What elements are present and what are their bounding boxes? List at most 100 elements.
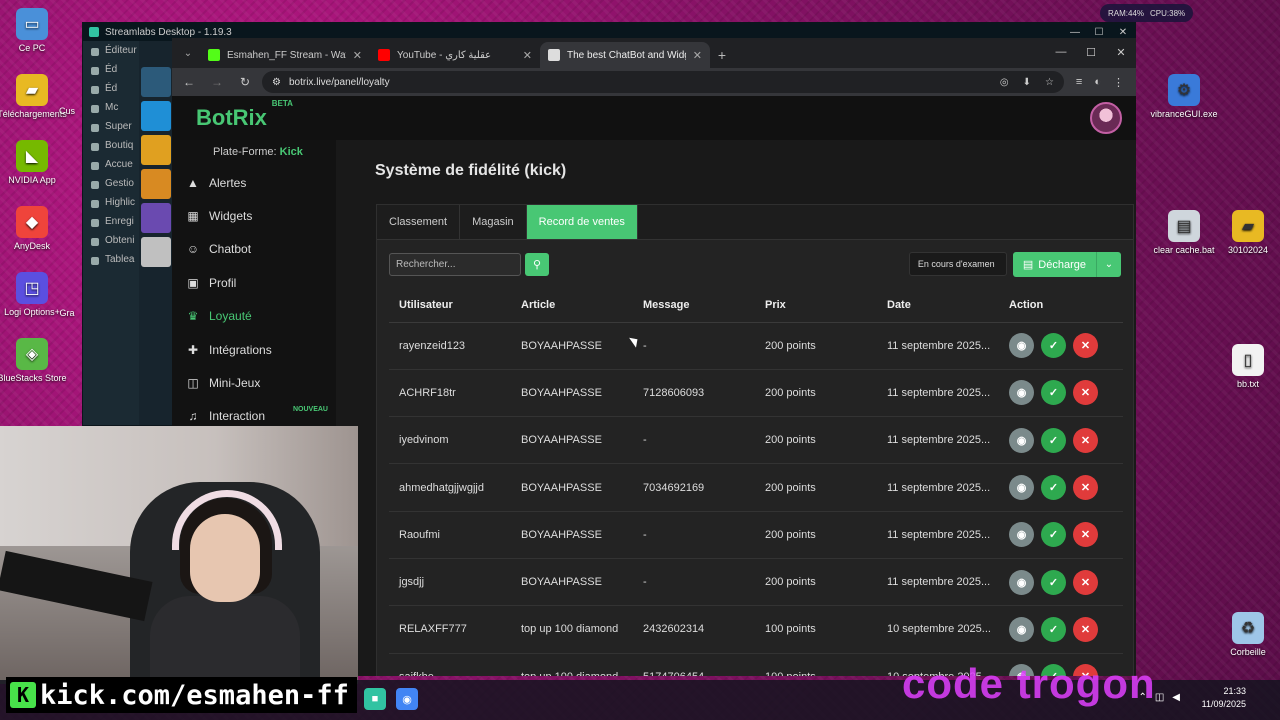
sidebar-item-loyaut[interactable]: ♛ Loyauté xyxy=(172,300,336,333)
close-tab-icon[interactable]: ✕ xyxy=(523,49,532,62)
media-control-icon[interactable]: ≡ xyxy=(1076,76,1082,89)
reject-icon[interactable]: ✕ xyxy=(1073,427,1098,453)
desktop-shortcut[interactable]: ♻ Corbeille xyxy=(1212,612,1280,657)
streamlabs-sidebar-item[interactable]: Super xyxy=(83,117,139,136)
profile-icon[interactable]: ◐ xyxy=(1094,76,1101,89)
streamlabs-sidebar-item[interactable]: Éditeur xyxy=(83,41,139,60)
bookmark-star-icon[interactable]: ☆ xyxy=(1045,77,1054,88)
sidebar-item-alertes[interactable]: ▲ Alertes xyxy=(172,166,336,199)
nvidia-icon: ◣ xyxy=(16,140,48,172)
view-icon[interactable]: ◉ xyxy=(1009,522,1034,548)
site-info-icon[interactable]: ⚙ xyxy=(272,77,281,88)
clock[interactable]: 21:33 11/09/2025 xyxy=(1202,685,1246,711)
browser-tab[interactable]: YouTube - عقلية كاري ✕ xyxy=(370,42,540,68)
view-icon[interactable]: ◉ xyxy=(1009,475,1034,501)
column-header[interactable]: Utilisateur xyxy=(389,288,511,323)
streamlabs-taskbar-icon[interactable]: ■ xyxy=(364,688,386,710)
desktop-shortcut[interactable]: ◣ NVIDIA App xyxy=(0,140,68,185)
reject-icon[interactable]: ✕ xyxy=(1073,380,1098,406)
status-select[interactable]: En cours d'examen xyxy=(908,252,1007,276)
avatar[interactable] xyxy=(1090,102,1122,134)
brand-logo[interactable]: BotRix BETA xyxy=(196,99,293,131)
close-icon[interactable]: ✕ xyxy=(1111,27,1135,38)
search-button[interactable]: ⚲ xyxy=(525,252,549,276)
sidebar-item-widgets[interactable]: ▦ Widgets xyxy=(172,199,336,232)
desktop-shortcut[interactable]: ▰ 30102024 xyxy=(1212,210,1280,255)
view-icon[interactable]: ◉ xyxy=(1009,427,1034,453)
sidebar-item-minijeux[interactable]: ◫ Mini-Jeux xyxy=(172,366,336,399)
streamlabs-sidebar-item[interactable]: Obteni xyxy=(83,231,139,250)
reject-icon[interactable]: ✕ xyxy=(1073,522,1098,548)
streamlabs-sidebar-item[interactable]: Boutiq xyxy=(83,136,139,155)
streamlabs-sidebar-item[interactable]: Mc xyxy=(83,98,139,117)
approve-icon[interactable]: ✓ xyxy=(1041,380,1066,406)
column-header[interactable]: Action xyxy=(999,288,1123,323)
download-button[interactable]: ▤ Décharge ⌄ xyxy=(1012,252,1121,277)
gear-icon: ⚙ xyxy=(1168,74,1200,106)
maximize-icon[interactable]: ☐ xyxy=(1087,27,1111,38)
desktop-shortcut-label: BlueStacks Store xyxy=(0,373,67,383)
streamlabs-sidebar-item[interactable]: Éd xyxy=(83,60,139,79)
approve-icon[interactable]: ✓ xyxy=(1041,522,1066,548)
close-tab-icon[interactable]: ✕ xyxy=(693,49,702,62)
tab-search-icon[interactable]: ⌄ xyxy=(176,41,200,65)
column-header[interactable]: Prix xyxy=(755,288,877,323)
reload-icon[interactable]: ↻ xyxy=(234,75,256,89)
eye-off-icon[interactable]: ◎ xyxy=(1000,77,1009,88)
desktop-shortcut[interactable]: ▤ clear cache.bat xyxy=(1148,210,1220,255)
desktop-shortcut[interactable]: ⚙ vibranceGUI.exe xyxy=(1148,74,1220,119)
chrome-taskbar-icon[interactable]: ◉ xyxy=(396,688,418,710)
tab-magasin[interactable]: Magasin xyxy=(460,205,527,239)
batch-file-icon: ▤ xyxy=(1168,210,1200,242)
volume-icon[interactable]: ◀ xyxy=(1172,692,1180,703)
forward-icon[interactable]: → xyxy=(206,75,228,89)
streamlabs-sidebar-item[interactable]: Éd xyxy=(83,79,139,98)
close-icon[interactable]: ✕ xyxy=(1106,38,1136,66)
table-cell: 200 points xyxy=(755,416,877,465)
reject-icon[interactable]: ✕ xyxy=(1073,475,1098,501)
sidebar-item-chatbot[interactable]: ☺ Chatbot xyxy=(172,233,336,266)
desktop-shortcut[interactable]: ◆ AnyDesk xyxy=(0,206,68,251)
approve-icon[interactable]: ✓ xyxy=(1041,569,1066,595)
sidebar-item-profil[interactable]: ▣ Profil xyxy=(172,266,336,299)
streamlabs-sidebar-item[interactable]: Tablea xyxy=(83,250,139,269)
view-icon[interactable]: ◉ xyxy=(1009,616,1034,642)
approve-icon[interactable]: ✓ xyxy=(1041,616,1066,642)
reject-icon[interactable]: ✕ xyxy=(1073,616,1098,642)
url-field[interactable]: ⚙ botrix.live/panel/loyalty ◎ ⬇ ☆ xyxy=(262,71,1064,93)
streamlabs-sidebar-item[interactable]: Accue xyxy=(83,155,139,174)
column-header[interactable]: Article xyxy=(511,288,633,323)
close-tab-icon[interactable]: ✕ xyxy=(353,49,362,62)
sidebar-item-intgrations[interactable]: ✚ Intégrations xyxy=(172,333,336,366)
reject-icon[interactable]: ✕ xyxy=(1073,333,1098,359)
column-header[interactable]: Message xyxy=(633,288,755,323)
streamlabs-sidebar-item[interactable]: Gestio xyxy=(83,174,139,193)
view-icon[interactable]: ◉ xyxy=(1009,333,1034,359)
minimize-icon[interactable]: — xyxy=(1046,38,1076,66)
column-header[interactable]: Date xyxy=(877,288,999,323)
streamlabs-sidebar-item[interactable]: Enregi xyxy=(83,212,139,231)
back-icon[interactable]: ← xyxy=(178,75,200,89)
approve-icon[interactable]: ✓ xyxy=(1041,333,1066,359)
browser-tab[interactable]: Esmahen_FF Stream - Watch Li ✕ xyxy=(200,42,370,68)
view-icon[interactable]: ◉ xyxy=(1009,380,1034,406)
search-input[interactable] xyxy=(389,252,521,276)
chevron-down-icon[interactable]: ⌄ xyxy=(1097,259,1121,270)
maximize-icon[interactable]: ☐ xyxy=(1076,38,1106,66)
desktop-shortcut[interactable]: ◈ BlueStacks Store xyxy=(0,338,68,383)
minimize-icon[interactable]: — xyxy=(1063,27,1087,38)
download-icon[interactable]: ⬇ xyxy=(1023,77,1031,88)
desktop-shortcut[interactable]: ▯ bb.txt xyxy=(1212,344,1280,389)
new-tab-button[interactable]: + xyxy=(710,42,734,68)
reject-icon[interactable]: ✕ xyxy=(1073,569,1098,595)
view-icon[interactable]: ◉ xyxy=(1009,569,1034,595)
streamlabs-sidebar-item[interactable]: Highlic xyxy=(83,193,139,212)
tab-classement[interactable]: Classement xyxy=(377,205,461,239)
approve-icon[interactable]: ✓ xyxy=(1041,427,1066,453)
approve-icon[interactable]: ✓ xyxy=(1041,475,1066,501)
network-icon[interactable]: ◫ xyxy=(1155,692,1164,703)
desktop-shortcut[interactable]: ▭ Ce PC xyxy=(0,8,68,53)
browser-tab[interactable]: The best ChatBot and Widgets ✕ xyxy=(540,42,710,68)
tab-record-de-ventes[interactable]: Record de ventes xyxy=(526,205,638,239)
browser-menu-icon[interactable]: ⋮ xyxy=(1113,76,1124,89)
